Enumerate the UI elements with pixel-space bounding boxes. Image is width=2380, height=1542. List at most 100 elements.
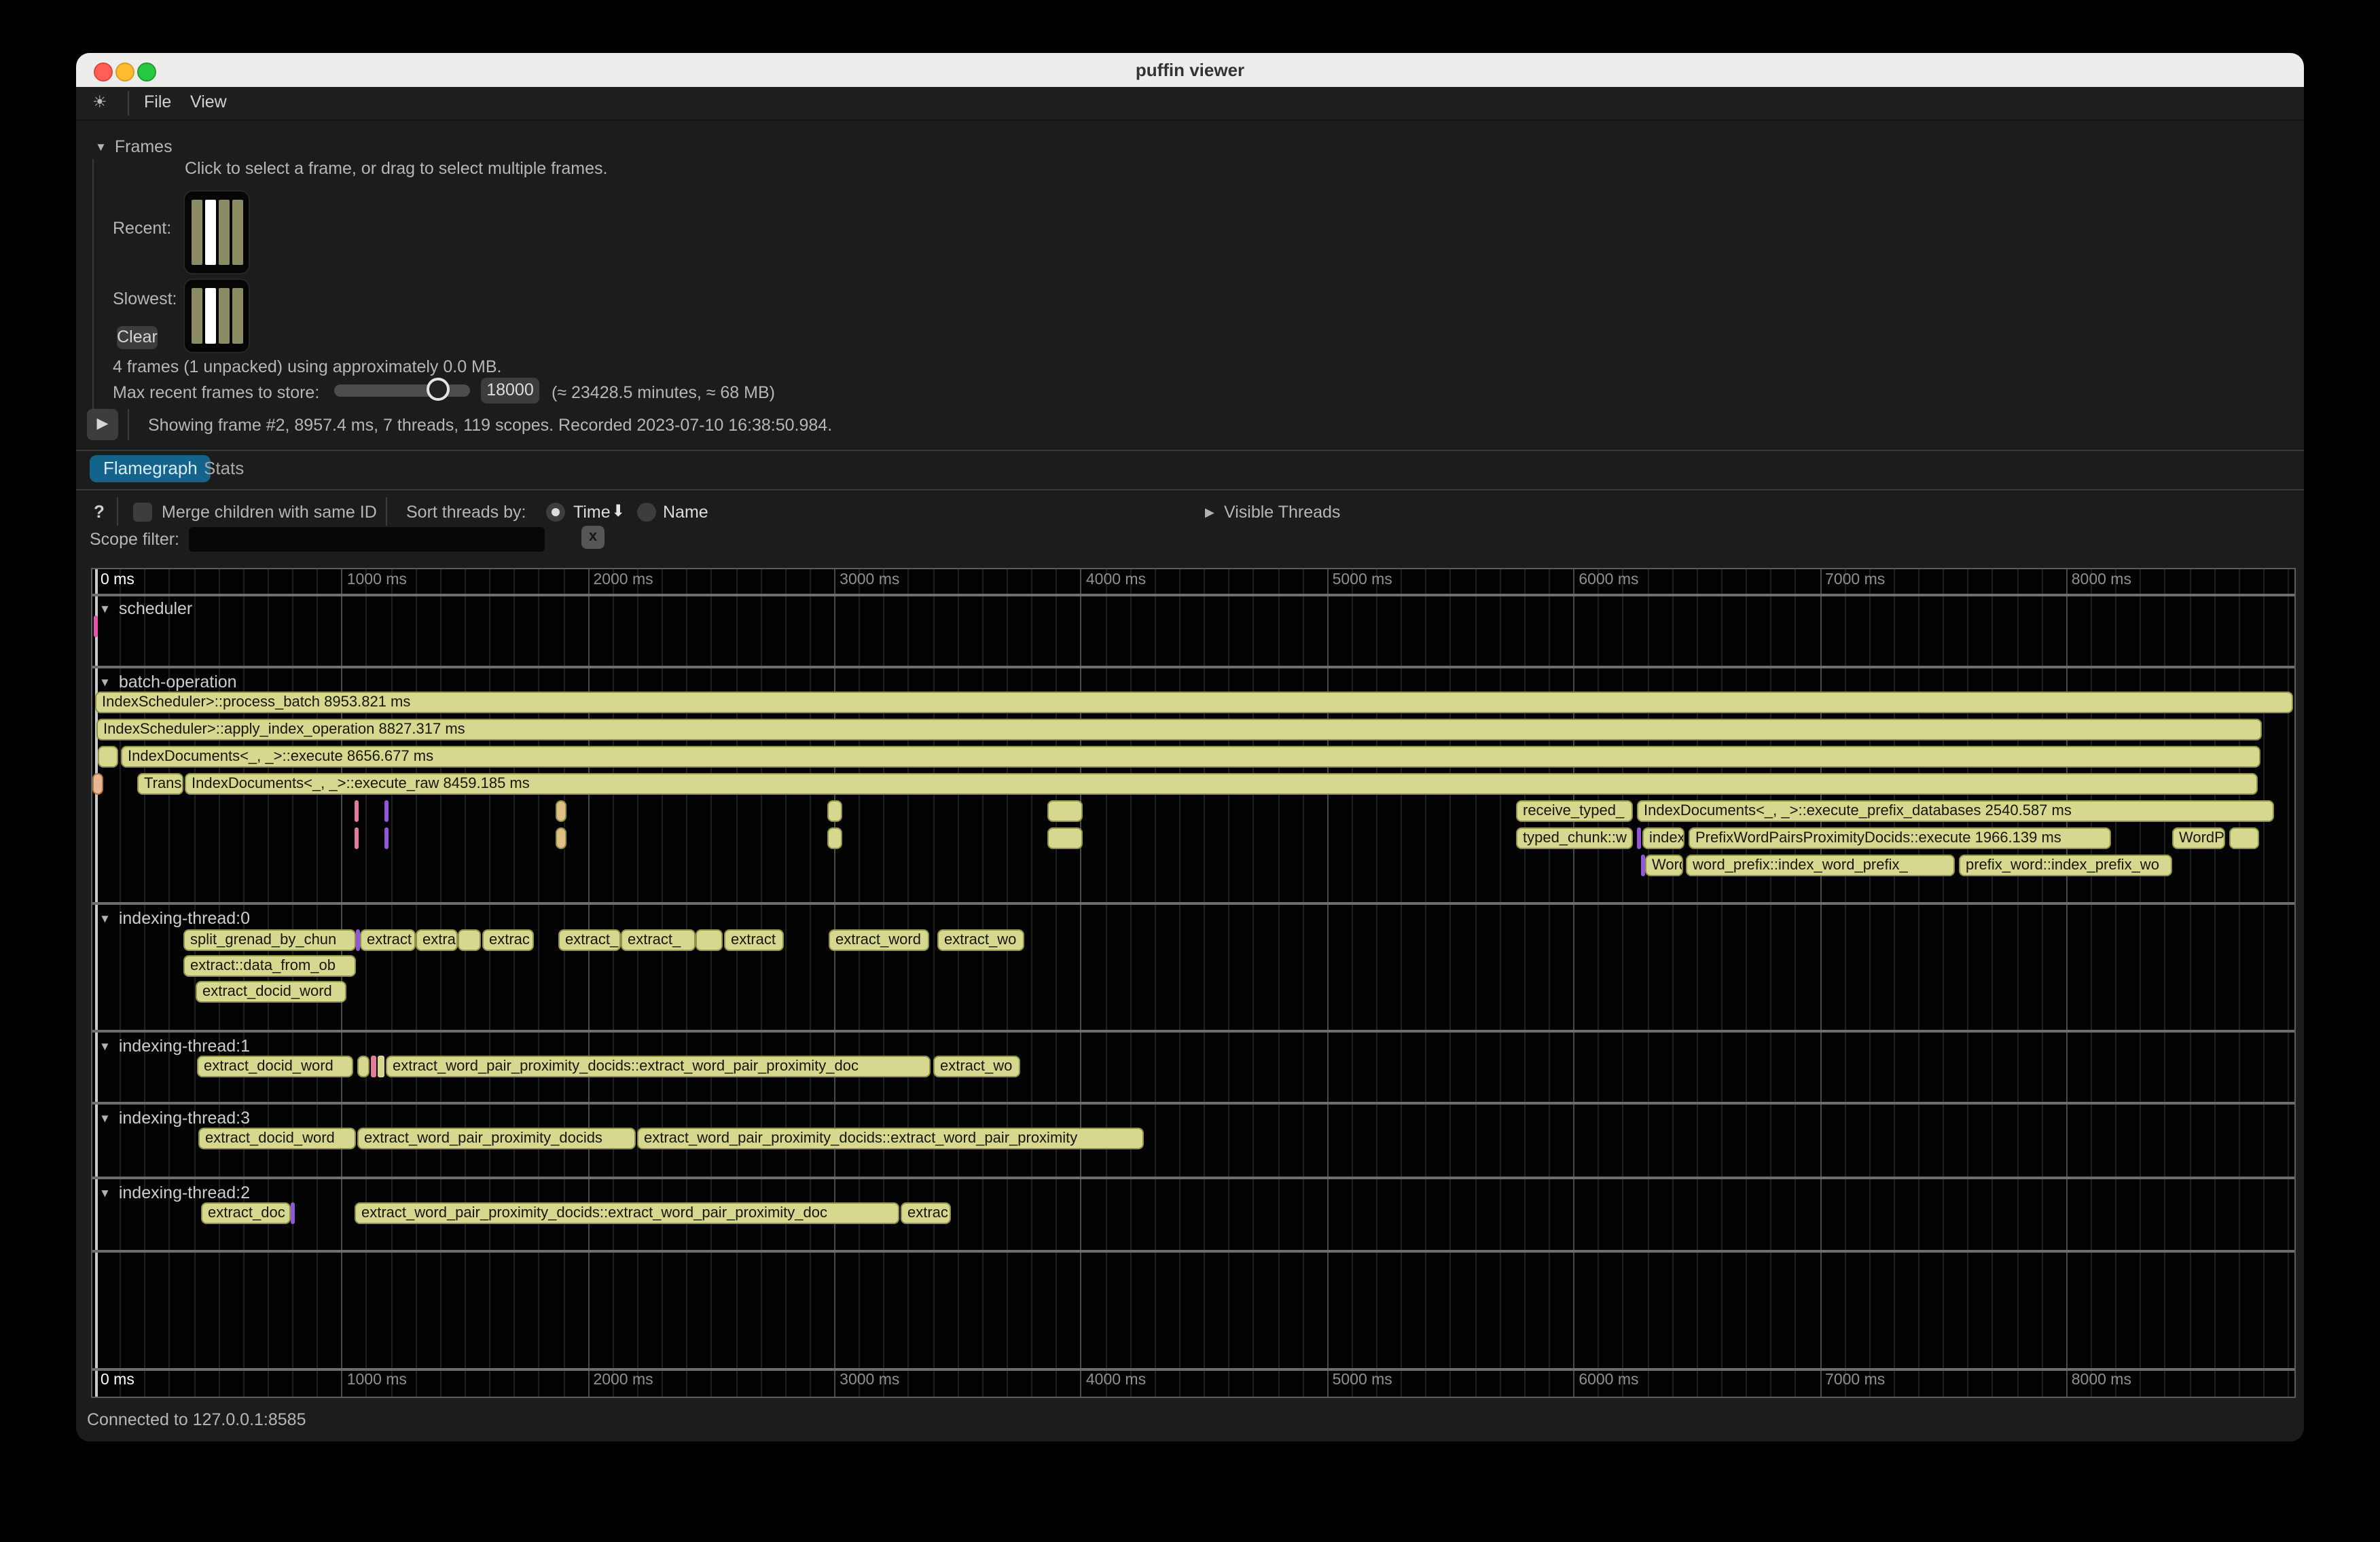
scope-bar[interactable]: extrac: [482, 929, 534, 951]
thread-header[interactable]: ▼indexing-thread:1: [99, 1037, 250, 1056]
separator: [386, 497, 387, 526]
scope-bar[interactable]: [355, 827, 359, 849]
clear-filter-button[interactable]: x: [581, 526, 605, 549]
scope-bar[interactable]: extra: [416, 929, 458, 951]
scope-bar[interactable]: extract::data_from_ob: [183, 955, 356, 977]
max-frames-value[interactable]: 18000: [481, 378, 539, 404]
scope-bar[interactable]: [357, 1056, 369, 1077]
sort-name-radio[interactable]: [637, 503, 656, 522]
menu-file[interactable]: File: [144, 92, 171, 111]
scope-bar[interactable]: [92, 773, 103, 795]
frame-bar[interactable]: [219, 288, 230, 344]
scope-bar[interactable]: [1047, 800, 1083, 822]
scope-bar[interactable]: IndexDocuments<_, _>::execute 8656.677 m…: [121, 746, 2260, 768]
flamegraph-panel[interactable]: 0 ms0 ms1000 ms1000 ms2000 ms2000 ms3000…: [91, 568, 2296, 1398]
frame-bar[interactable]: [219, 200, 230, 265]
scope-bar[interactable]: [458, 929, 481, 951]
sort-name-label[interactable]: Name: [663, 503, 708, 522]
scope-bar[interactable]: receive_typed_: [1516, 800, 1633, 822]
help-button[interactable]: ?: [94, 501, 105, 522]
play-button[interactable]: ▶: [87, 409, 118, 440]
scope-bar[interactable]: extract_: [558, 929, 621, 951]
sort-direction-arrow-icon[interactable]: ⬇: [611, 501, 625, 520]
merge-children-label[interactable]: Merge children with same ID: [162, 503, 377, 522]
scope-bar[interactable]: [384, 827, 389, 849]
scope-bar[interactable]: [827, 827, 842, 849]
scope-bar[interactable]: PrefixWordPairsProximityDocids::execute …: [1689, 827, 2111, 849]
frame-bar[interactable]: [232, 200, 243, 265]
scope-bar[interactable]: [1641, 855, 1644, 876]
scope-bar[interactable]: extract_wo: [937, 929, 1024, 951]
thread-header[interactable]: ▼batch-operation: [99, 673, 237, 692]
frame-bar[interactable]: [192, 200, 202, 265]
scope-bar[interactable]: [696, 929, 723, 951]
scope-bar[interactable]: [1637, 827, 1640, 849]
scope-bar[interactable]: [556, 827, 566, 849]
scope-bar[interactable]: Trans: [137, 773, 183, 795]
max-frames-slider[interactable]: [334, 384, 470, 397]
recent-frames-thumbnail[interactable]: [183, 190, 250, 274]
scope-bar[interactable]: extract_: [621, 929, 696, 951]
scope-bar[interactable]: extrac: [901, 1202, 951, 1224]
scope-bar[interactable]: extract_wo: [933, 1056, 1020, 1077]
thread-header[interactable]: ▼scheduler: [99, 599, 192, 618]
scope-bar[interactable]: extract_word_pair_proximity_docids: [357, 1128, 636, 1149]
frame-bar[interactable]: [232, 288, 243, 344]
scope-bar[interactable]: IndexScheduler>::apply_index_operation 8…: [96, 719, 2262, 740]
scope-filter-input[interactable]: [189, 527, 545, 552]
scope-bar[interactable]: IndexScheduler>::process_batch 8953.821 …: [95, 692, 2293, 713]
scope-bar[interactable]: [291, 1202, 295, 1224]
scope-bar[interactable]: extract_docid_word: [197, 1056, 353, 1077]
scope-bar[interactable]: extract: [360, 929, 416, 951]
scope-bar[interactable]: extract_word_pair_proximity_docids::extr…: [637, 1128, 1144, 1149]
theme-sun-icon[interactable]: ☀: [92, 92, 107, 111]
slider-knob[interactable]: [427, 378, 450, 401]
clear-button[interactable]: Clear: [117, 326, 158, 349]
scope-bar[interactable]: [378, 1056, 384, 1077]
tab-flamegraph[interactable]: Flamegraph: [90, 455, 211, 482]
sort-time-label[interactable]: Time: [573, 503, 611, 522]
scope-bar[interactable]: [1047, 827, 1083, 849]
thread-header[interactable]: ▼indexing-thread:0: [99, 909, 250, 928]
scope-bar[interactable]: extract: [724, 929, 784, 951]
scope-bar[interactable]: extract_doc: [201, 1202, 291, 1224]
scope-bar[interactable]: word_prefix::index_word_prefix_: [1686, 855, 1955, 876]
scope-bar[interactable]: index: [1642, 827, 1684, 849]
frame-bar-selected[interactable]: [205, 288, 216, 344]
thread-header[interactable]: ▼indexing-thread:2: [99, 1183, 250, 1202]
sort-time-radio[interactable]: [546, 503, 565, 522]
scope-bar[interactable]: [98, 746, 118, 768]
scope-bar[interactable]: extract_word: [829, 929, 929, 951]
visible-threads-header[interactable]: Visible Threads: [1224, 503, 1340, 522]
slowest-frames-thumbnail[interactable]: [183, 279, 250, 353]
scope-bar[interactable]: [94, 615, 97, 637]
scope-bar[interactable]: [356, 929, 359, 951]
scope-bar[interactable]: [556, 800, 566, 822]
scope-bar[interactable]: IndexDocuments<_, _>::execute_prefix_dat…: [1637, 800, 2274, 822]
scope-bar[interactable]: [2229, 827, 2259, 849]
scope-bar[interactable]: typed_chunk::w: [1516, 827, 1633, 849]
frame-bar[interactable]: [192, 288, 202, 344]
thread-header[interactable]: ▼indexing-thread:3: [99, 1109, 250, 1128]
scope-bar[interactable]: [827, 800, 842, 822]
scope-bar[interactable]: [355, 800, 359, 822]
collapse-triangle-icon: ▼: [99, 1039, 111, 1052]
title-bar[interactable]: puffin viewer: [76, 53, 2304, 88]
scope-bar[interactable]: WordPr: [2172, 827, 2225, 849]
scope-bar[interactable]: extract_word_pair_proximity_docids::extr…: [355, 1202, 899, 1224]
merge-children-checkbox[interactable]: [133, 503, 152, 522]
tab-stats[interactable]: Stats: [204, 455, 244, 482]
scope-bar[interactable]: extract_docid_word: [196, 981, 346, 1003]
scope-bar[interactable]: Word: [1645, 855, 1683, 876]
scope-bar[interactable]: extract_word_pair_proximity_docids::extr…: [386, 1056, 931, 1077]
scope-bar[interactable]: IndexDocuments<_, _>::execute_raw 8459.1…: [185, 773, 2258, 795]
scope-bar[interactable]: prefix_word::index_prefix_wo: [1959, 855, 2172, 876]
scope-filter-label: Scope filter:: [90, 530, 179, 549]
scope-bar[interactable]: [384, 800, 389, 822]
frame-bar-selected[interactable]: [205, 200, 216, 265]
menu-view[interactable]: View: [190, 92, 227, 111]
frames-section-header[interactable]: ▼Frames: [95, 137, 173, 156]
scope-bar[interactable]: [371, 1056, 376, 1077]
scope-bar[interactable]: split_grenad_by_chun: [183, 929, 356, 951]
scope-bar[interactable]: extract_docid_word: [198, 1128, 356, 1149]
